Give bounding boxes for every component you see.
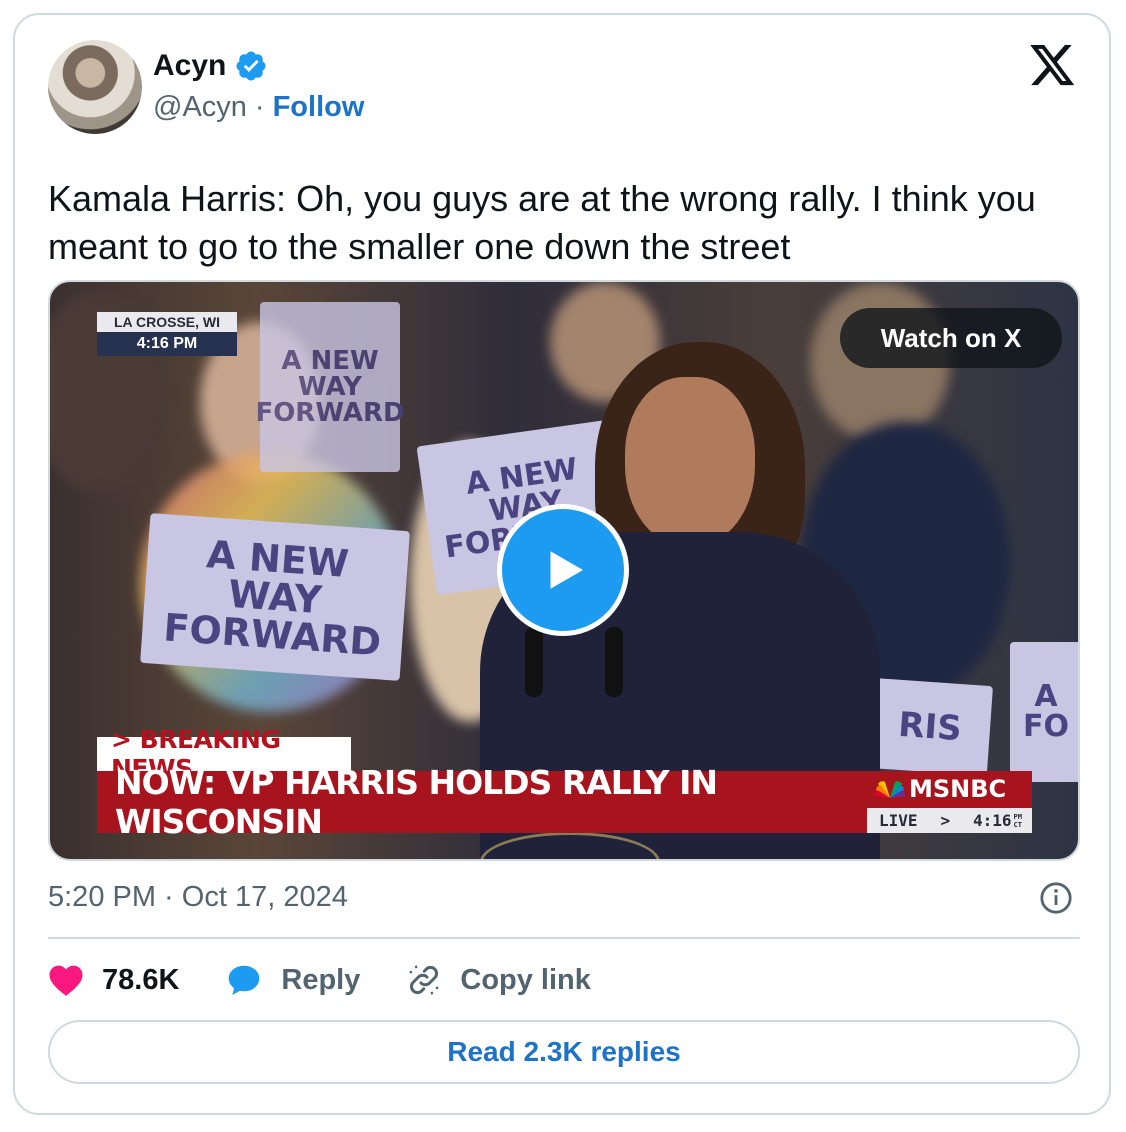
network-logo: MSNBC xyxy=(875,775,1006,803)
speaker-face xyxy=(625,377,755,547)
play-button[interactable] xyxy=(497,504,629,636)
crowd-sign: A NEW WAY FORWARD xyxy=(140,513,410,681)
watch-on-x-button[interactable]: Watch on X xyxy=(840,308,1062,368)
live-label: LIVE xyxy=(879,811,918,830)
like-count: 78.6K xyxy=(102,963,180,996)
avatar[interactable] xyxy=(48,40,142,134)
follow-button[interactable]: Follow xyxy=(273,91,365,124)
crowd-sign: A FO xyxy=(1010,642,1078,782)
verified-badge-icon xyxy=(236,51,266,81)
crowd-sign: RIS xyxy=(867,677,993,777)
news-headline: NOW: VP HARRIS HOLDS RALLY IN WISCONSIN xyxy=(97,763,867,841)
video-thumbnail[interactable]: A NEW WAY FORWARD A NEW WAY FORWARD A NE… xyxy=(48,280,1080,861)
copy-link-label: Copy link xyxy=(460,963,591,996)
copy-link-button[interactable]: Copy link xyxy=(406,962,591,998)
reply-label: Reply xyxy=(281,963,361,996)
live-arrow: > xyxy=(940,811,951,830)
author-name-row: Acyn xyxy=(153,49,268,83)
play-icon xyxy=(550,551,583,589)
crowd-sign: A NEW WAY FORWARD xyxy=(255,302,405,472)
read-replies-button[interactable]: Read 2.3K replies xyxy=(48,1020,1080,1084)
author-name[interactable]: Acyn xyxy=(153,49,226,83)
location-time: 4:16 PM xyxy=(97,332,237,356)
x-logo-icon[interactable] xyxy=(1030,45,1076,87)
like-button[interactable]: 78.6K xyxy=(48,963,179,997)
microphone xyxy=(525,627,543,697)
reply-button[interactable]: Reply xyxy=(225,962,360,998)
info-icon[interactable] xyxy=(1039,881,1073,915)
live-time: 4:16 xyxy=(973,811,1012,830)
handle-row: @Acyn · Follow xyxy=(153,91,364,124)
tweet-text: Kamala Harris: Oh, you guys are at the w… xyxy=(48,178,1036,267)
live-tz-top: PM xyxy=(1013,812,1022,821)
peacock-icon xyxy=(875,781,905,798)
live-tz-bottom: CT xyxy=(1013,820,1022,829)
reply-bubble-icon xyxy=(229,965,260,995)
network-name: MSNBC xyxy=(909,775,1007,803)
microphone xyxy=(605,627,623,697)
divider xyxy=(48,937,1080,939)
network-bug: MSNBC LIVE > 4:16 PM CT xyxy=(867,771,1032,833)
heart-icon xyxy=(49,965,83,996)
location-bug: LA CROSSE, WI 4:16 PM xyxy=(97,312,237,356)
tweet-card: Acyn @Acyn · Follow Kamala Harris: Oh, y… xyxy=(13,13,1111,1115)
tweet-timestamp[interactable]: 5:20 PM · Oct 17, 2024 xyxy=(48,881,348,914)
location-text: LA CROSSE, WI xyxy=(97,312,237,332)
action-bar: 78.6K Reply Copy link xyxy=(48,958,637,1002)
link-icon xyxy=(409,965,439,995)
author-handle[interactable]: @Acyn xyxy=(153,91,247,124)
separator-dot: · xyxy=(254,91,265,123)
live-bar: LIVE > 4:16 PM CT xyxy=(867,808,1032,833)
